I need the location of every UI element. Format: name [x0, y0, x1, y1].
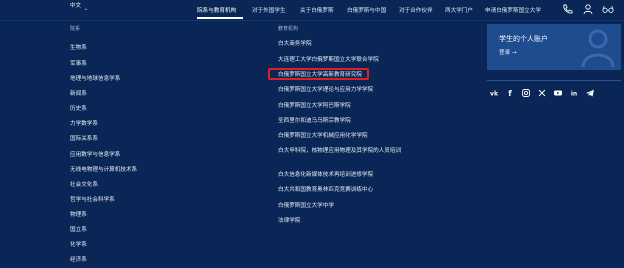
- language-selector[interactable]: 中文 ⌄: [70, 3, 88, 12]
- list-item[interactable]: 应用数学与信息学系: [70, 150, 120, 158]
- vk-icon[interactable]: vk: [488, 87, 500, 99]
- list-item[interactable]: 白俄罗斯国立大学中学: [278, 202, 334, 210]
- list-item[interactable]: 白大甲科院，核物理应用物理及其学院的人员培训: [278, 147, 423, 155]
- nav-item-foreign-students[interactable]: 对于外国学生: [252, 6, 286, 14]
- svg-text:in: in: [571, 91, 577, 98]
- list-item[interactable]: 社会文化系: [70, 180, 98, 188]
- account-icon[interactable]: [582, 3, 594, 15]
- list-item[interactable]: 大连理工大学白俄罗斯国立大学联合学院: [278, 56, 379, 64]
- highlight-box: [268, 68, 369, 80]
- nav-item-belarus-china[interactable]: 白俄罗斯与中国: [347, 6, 386, 14]
- list-item[interactable]: 化学系: [70, 240, 87, 248]
- facebook-icon[interactable]: f: [504, 87, 516, 99]
- nav-item-about-belarus[interactable]: 关于白俄罗斯: [300, 6, 334, 14]
- list-item[interactable]: 国立系: [70, 225, 87, 233]
- nav-item-apply[interactable]: 申请白俄罗斯国立大学: [485, 6, 541, 14]
- instagram-icon[interactable]: [520, 87, 532, 99]
- list-item[interactable]: 新闻系: [70, 89, 87, 97]
- list-item[interactable]: 物理系: [70, 210, 87, 218]
- top-navigation-bar: 中文 ⌄ 院系与教育机构 对于外国学生 关于白俄罗斯 白俄罗斯与中国 对于合作伙…: [0, 0, 624, 21]
- list-item[interactable]: 白大信息化新媒体技术再培训进修学院: [278, 171, 373, 179]
- login-link[interactable]: 登录 →: [499, 48, 517, 56]
- active-nav-indicator: [197, 17, 243, 19]
- student-account-card[interactable]: 学生的个人账户 登录 →: [487, 24, 621, 70]
- list-item[interactable]: 地理与地球信息学系: [70, 74, 120, 82]
- svg-text:f: f: [508, 89, 512, 98]
- list-item[interactable]: 无线电物理与计算机技术系: [70, 165, 137, 173]
- nav-item-faculties[interactable]: 院系与教育机构: [197, 6, 236, 14]
- list-item[interactable]: 军事系: [70, 59, 87, 67]
- list-item[interactable]: 历史系: [70, 104, 87, 112]
- language-label: 中文: [70, 3, 82, 9]
- accessibility-glasses-icon[interactable]: [602, 3, 614, 15]
- telegram-icon[interactable]: [584, 87, 596, 99]
- list-item[interactable]: 白俄罗斯国立大学阿巴斯学院: [278, 102, 351, 110]
- list-item[interactable]: 力学数学系: [70, 119, 98, 127]
- linkedin-icon[interactable]: in: [568, 87, 580, 99]
- chevron-down-icon: ⌄: [84, 6, 89, 12]
- divider: [487, 80, 621, 81]
- list-item[interactable]: 白大共和国教育奥林匹克竞赛训练中心: [278, 186, 373, 194]
- phone-icon[interactable]: [561, 3, 573, 15]
- list-item[interactable]: 白大商务学院: [278, 40, 312, 48]
- login-label: 登录: [499, 50, 511, 56]
- nav-item-partners[interactable]: 对于合作伙伴: [399, 6, 433, 14]
- nav-item-portals[interactable]: 两大学门户: [445, 6, 473, 14]
- account-card-title: 学生的个人账户: [499, 35, 548, 43]
- list-item[interactable]: 生物系: [70, 43, 87, 51]
- user-silhouette-icon: [581, 29, 615, 67]
- list-item[interactable]: 白俄罗斯国立大学机械应用化学学院: [278, 132, 368, 140]
- list-item[interactable]: 国际关系系: [70, 134, 98, 142]
- list-item[interactable]: 哲学与社会科学系: [70, 195, 115, 203]
- arrow-right-icon: →: [511, 50, 517, 56]
- institutions-heading: 教育机构: [278, 26, 299, 32]
- list-item[interactable]: 圣西里尔和迪马乌斯宗教学院: [278, 117, 351, 125]
- faculties-heading: 院系: [70, 26, 81, 32]
- list-item[interactable]: 经济系: [70, 255, 87, 263]
- list-item[interactable]: 法律学院: [278, 217, 300, 225]
- youtube-icon[interactable]: [552, 87, 564, 99]
- svg-text:vk: vk: [490, 91, 499, 98]
- x-icon[interactable]: [536, 87, 548, 99]
- list-item[interactable]: 白俄罗斯国立大学理论与应用力学学院: [278, 86, 373, 94]
